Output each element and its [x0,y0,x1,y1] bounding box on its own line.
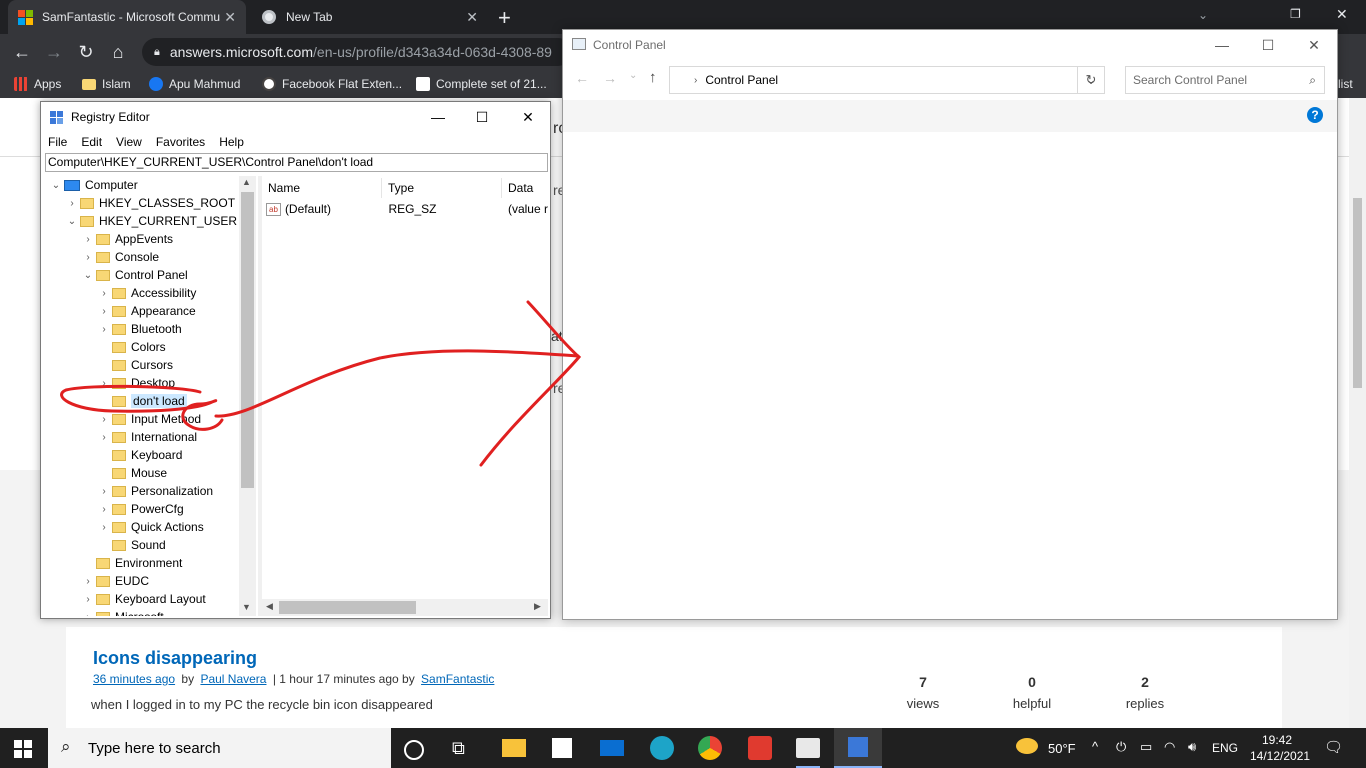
chrome-taskbar-icon[interactable] [698,736,722,760]
search-icon: ⌕ [61,737,71,756]
clock-time[interactable]: 19:42 [1262,733,1292,747]
annotation-circle [60,384,224,431]
windows-start-icon[interactable] [14,740,32,758]
search-placeholder: Type here to search [88,739,221,757]
mail-icon[interactable] [600,740,624,756]
task-view-icon[interactable]: ⧉ [452,736,476,760]
cortana-icon[interactable] [404,740,424,760]
microsoft-store-icon[interactable] [552,738,572,758]
weather-icon[interactable] [1016,738,1038,754]
registry-editor-icon [848,737,868,757]
language-indicator[interactable]: ENG [1212,741,1238,755]
control-panel-taskbar-icon[interactable] [796,738,820,758]
usb-icon[interactable]: ⏻ [1116,739,1126,755]
anydesk-icon[interactable] [748,736,772,760]
regedit-taskbar-button[interactable] [834,728,882,768]
wifi-icon[interactable]: ◠ [1164,739,1175,755]
taskbar-search-box[interactable]: ⌕ Type here to search [48,728,391,768]
windows-taskbar: ⌕ Type here to search ⧉ 50°F ^ ⏻ ▭ ◠ 🔊︎ … [0,728,1366,768]
clock-date[interactable]: 14/12/2021 [1250,749,1310,763]
edge-icon[interactable] [650,736,674,760]
battery-icon[interactable]: ▭ [1140,739,1152,755]
file-explorer-icon[interactable] [502,739,526,757]
show-hidden-icons[interactable]: ^ [1092,739,1098,754]
weather-temp[interactable]: 50°F [1048,741,1076,756]
annotation-arrowhead [479,300,582,467]
annotation-arrow-line [214,349,580,418]
red-annotation-arrow [60,300,582,467]
volume-icon[interactable]: 🔊︎ [1188,739,1196,755]
notifications-icon[interactable]: 🗨︎ [1324,738,1343,756]
